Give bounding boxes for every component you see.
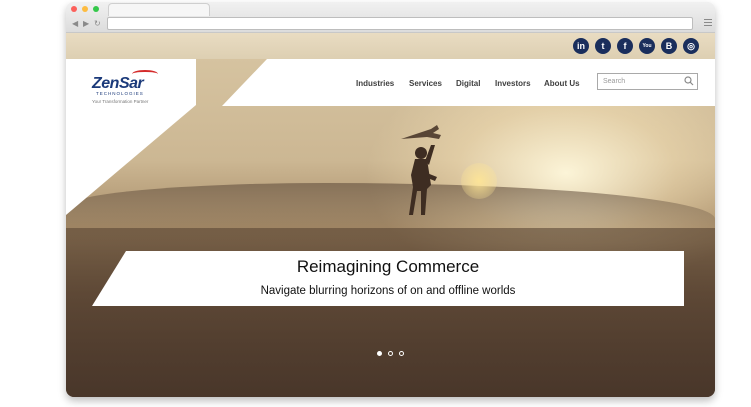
hero-title: Reimagining Commerce (296, 257, 480, 276)
browser-tab[interactable] (108, 3, 210, 16)
carousel-dot-1[interactable] (377, 351, 382, 356)
search-input[interactable]: Search (597, 73, 698, 90)
search-placeholder: Search (603, 78, 626, 85)
nav-industries[interactable]: Industries (356, 79, 394, 88)
search-icon[interactable] (684, 76, 694, 86)
hero-silhouette-image (401, 125, 441, 215)
browser-window: ◀ ▶ ↻ in t f You B ◎ ZenSar TECHNOLOGIES… (66, 2, 715, 397)
logo-tagline: Your Transformation Partner (92, 99, 149, 104)
linkedin-icon[interactable]: in (573, 38, 589, 54)
logo-subtitle: TECHNOLOGIES (96, 91, 144, 96)
browser-titlebar: ◀ ▶ ↻ (66, 2, 715, 33)
instagram-icon[interactable]: ◎ (683, 38, 699, 54)
address-bar[interactable] (107, 17, 693, 30)
reload-icon[interactable]: ↻ (94, 19, 101, 29)
carousel-dot-3[interactable] (399, 351, 404, 356)
nav-services[interactable]: Services (409, 79, 442, 88)
blogger-icon[interactable]: B (661, 38, 677, 54)
carousel-dot-2[interactable] (388, 351, 393, 356)
hero-subtitle: Navigate blurring horizons of on and off… (260, 285, 516, 297)
social-bar: in t f You B ◎ (66, 33, 715, 59)
hero-sun-glow (461, 163, 497, 199)
youtube-icon[interactable]: You (639, 38, 655, 54)
back-arrow-icon[interactable]: ◀ (72, 19, 78, 29)
nav-investors[interactable]: Investors (495, 79, 531, 88)
maximize-window-button[interactable] (93, 6, 99, 12)
hamburger-menu-icon[interactable] (704, 19, 712, 28)
nav-digital[interactable]: Digital (456, 79, 480, 88)
forward-arrow-icon[interactable]: ▶ (83, 19, 89, 29)
twitter-icon[interactable]: t (595, 38, 611, 54)
close-window-button[interactable] (71, 6, 77, 12)
minimize-window-button[interactable] (82, 6, 88, 12)
facebook-icon[interactable]: f (617, 38, 633, 54)
nav-about-us[interactable]: About Us (544, 79, 580, 88)
page-viewport: in t f You B ◎ ZenSar TECHNOLOGIES Your … (66, 33, 715, 397)
